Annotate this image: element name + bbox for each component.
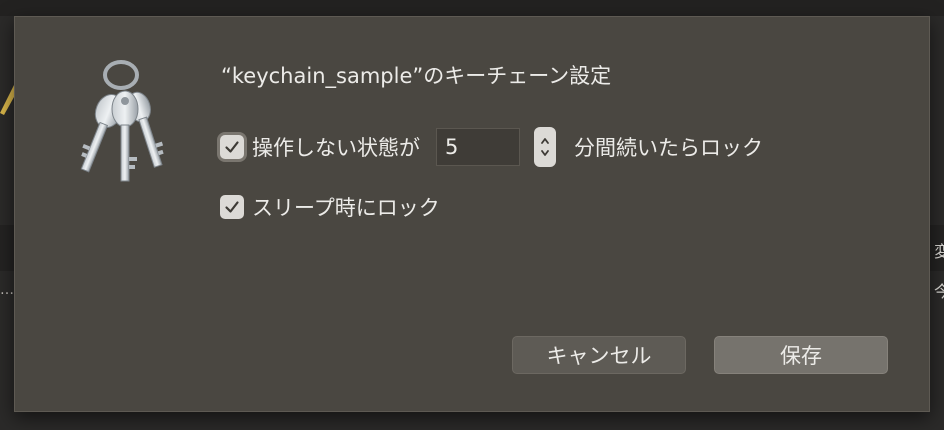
lock-after-idle-row: 操作しない状態が 5 分間続いたらロック — [217, 127, 763, 167]
lock-on-sleep-label: スリープ時にロック — [252, 196, 440, 220]
cancel-button[interactable]: キャンセル — [512, 336, 686, 374]
dialog-title: “keychain_sample”のキーチェーン設定 — [221, 64, 612, 88]
up-down-chevron-icon — [541, 138, 549, 156]
background-text-fragment: … — [0, 282, 14, 298]
checkmark-icon — [225, 141, 239, 153]
lock-on-sleep-checkbox[interactable] — [220, 195, 244, 219]
minutes-suffix-label: 分間続いたらロック — [574, 136, 763, 160]
background-titlebar-band — [0, 0, 944, 16]
checkbox-box — [220, 135, 244, 159]
lock-after-idle-checkbox[interactable] — [217, 132, 247, 162]
background-text-fragment: 今 — [934, 282, 944, 301]
background-pencil-icon — [0, 75, 14, 115]
checkmark-icon — [225, 201, 239, 213]
idle-minutes-stepper[interactable] — [534, 127, 556, 167]
save-button[interactable]: 保存 — [714, 336, 888, 374]
keychain-keys-icon — [75, 59, 165, 189]
keychain-settings-dialog: “keychain_sample”のキーチェーン設定 操作しない状態が 5 分間… — [14, 16, 930, 412]
background-text-fragment: 変 — [934, 242, 944, 261]
lock-on-sleep-row: スリープ時にロック — [217, 192, 440, 222]
lock-after-idle-label: 操作しない状態が — [252, 136, 420, 160]
idle-minutes-field[interactable]: 5 — [436, 128, 520, 166]
